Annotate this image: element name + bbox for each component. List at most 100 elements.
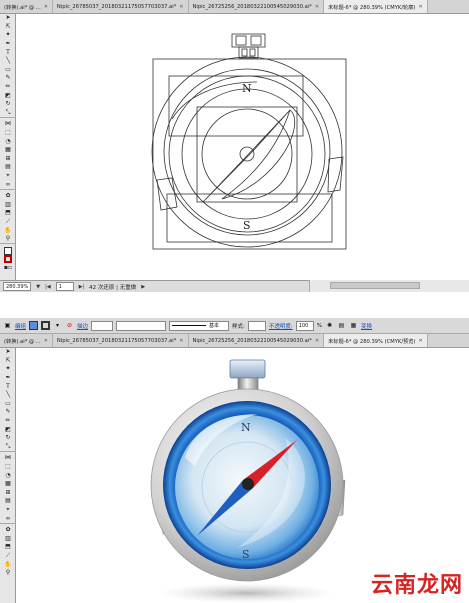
pencil-tool-icon[interactable]: ✏ bbox=[0, 83, 16, 92]
artboard-outline[interactable]: N S bbox=[17, 14, 469, 280]
recolor-icon[interactable]: ✺ bbox=[325, 321, 334, 330]
grid-icon[interactable]: ▦ bbox=[349, 321, 358, 330]
artboard-tool-icon[interactable]: ⬒ bbox=[0, 209, 16, 218]
chevron-down-icon[interactable]: ▾ bbox=[53, 321, 62, 330]
fill-swatch-icon[interactable] bbox=[29, 321, 39, 330]
document-tab[interactable]: (转换).ai* @ ... ✕ bbox=[0, 0, 53, 13]
paintbrush-tool-icon[interactable]: ✎ bbox=[0, 74, 16, 83]
chevron-down-icon[interactable]: ▼ bbox=[36, 284, 40, 290]
zoom-tool-icon[interactable]: ⚲ bbox=[0, 235, 16, 244]
slice-tool-icon[interactable]: ⟋ bbox=[0, 218, 16, 227]
document-tab[interactable]: Nipic_26785037_20180321175057703037.ai* ✕ bbox=[53, 334, 189, 347]
gradient-tool-icon[interactable]: ▤ bbox=[0, 497, 16, 506]
style-select[interactable] bbox=[247, 320, 266, 331]
scale-tool-icon[interactable]: ⤡ bbox=[0, 109, 16, 118]
close-icon[interactable]: ✕ bbox=[179, 338, 183, 344]
status-message: 42 次还原 | 无重做 bbox=[89, 284, 137, 291]
stroke-weight-field[interactable] bbox=[91, 320, 114, 331]
close-icon[interactable]: ✕ bbox=[179, 4, 183, 10]
rotate-tool-icon[interactable]: ↻ bbox=[0, 434, 16, 443]
line-tool-icon[interactable]: ╲ bbox=[0, 57, 16, 66]
selection-tool-icon[interactable]: ➤ bbox=[0, 14, 16, 23]
selection-tool-icon[interactable]: ➤ bbox=[0, 348, 16, 357]
symbol-sprayer-tool-icon[interactable]: ✿ bbox=[0, 526, 16, 535]
free-transform-tool-icon[interactable]: ⬚ bbox=[0, 463, 16, 472]
document-tab[interactable]: Nipic_26785037_20180321175057703037.ai* ✕ bbox=[53, 0, 189, 13]
eraser-tool-icon[interactable]: ◩ bbox=[0, 425, 16, 434]
eyedropper-tool-icon[interactable]: ⌖ bbox=[0, 506, 16, 515]
artboard-preview[interactable]: N S bbox=[17, 348, 469, 603]
stroke-color-icon[interactable] bbox=[0, 255, 16, 264]
eraser-tool-icon[interactable]: ◩ bbox=[0, 91, 16, 100]
mesh-tool-icon[interactable]: ⊞ bbox=[0, 489, 16, 498]
blend-tool-icon[interactable]: ∞ bbox=[0, 180, 16, 189]
type-tool-icon[interactable]: T bbox=[0, 382, 16, 391]
transform-link[interactable]: 变换 bbox=[361, 322, 372, 330]
scale-tool-icon[interactable]: ⤡ bbox=[0, 443, 16, 452]
paintbrush-tool-icon[interactable]: ✎ bbox=[0, 408, 16, 417]
pen-tool-icon[interactable]: ✒ bbox=[0, 40, 16, 49]
mode-label[interactable]: 编组 bbox=[15, 322, 26, 330]
close-icon[interactable]: ✕ bbox=[418, 4, 422, 10]
close-icon[interactable]: ✕ bbox=[418, 338, 422, 344]
width-tool-icon[interactable]: ⋈ bbox=[0, 120, 16, 129]
line-tool-icon[interactable]: ╲ bbox=[0, 391, 16, 400]
document-tab-active[interactable]: 未标题-6* @ 280.39% (CMYK/轮廓) ✕ bbox=[324, 0, 428, 13]
direct-selection-tool-icon[interactable]: ⇱ bbox=[0, 357, 16, 366]
status-menu-icon[interactable]: ▶ bbox=[141, 284, 145, 290]
document-tab[interactable]: Nipic_26725256_20180322100545029030.ai* ✕ bbox=[189, 0, 325, 13]
hand-tool-icon[interactable]: ✋ bbox=[0, 560, 16, 569]
align-icon[interactable]: ▤ bbox=[337, 321, 346, 330]
document-tab-active[interactable]: 未标题-6* @ 280.39% (CMYK/预览) ✕ bbox=[324, 334, 428, 347]
group-icon: ▣ bbox=[4, 322, 11, 329]
blend-tool-icon[interactable]: ∞ bbox=[0, 514, 16, 523]
rotate-tool-icon[interactable]: ↻ bbox=[0, 100, 16, 109]
no-stroke-icon[interactable]: ⊘ bbox=[65, 321, 74, 330]
page-field[interactable]: 1 bbox=[55, 282, 74, 291]
opacity-label[interactable]: 不透明度: bbox=[269, 322, 293, 330]
stroke-swatch-icon[interactable] bbox=[41, 321, 51, 330]
type-tool-icon[interactable]: T bbox=[0, 48, 16, 57]
document-tab[interactable]: (转换).ai* @ ... ✕ bbox=[0, 334, 53, 347]
horizontal-scrollbar[interactable] bbox=[309, 280, 469, 292]
perspective-grid-tool-icon[interactable]: ▦ bbox=[0, 480, 16, 489]
document-tab[interactable]: Nipic_26725256_20180322100545029030.ai* ✕ bbox=[189, 334, 325, 347]
stroke-label[interactable]: 描边 bbox=[77, 322, 88, 330]
width-tool-icon[interactable]: ⋈ bbox=[0, 454, 16, 463]
rectangle-tool-icon[interactable]: ▭ bbox=[0, 66, 16, 75]
last-page-icon[interactable]: ▶| bbox=[79, 284, 85, 290]
first-page-icon[interactable]: |◀ bbox=[45, 284, 51, 290]
close-icon[interactable]: ✕ bbox=[44, 338, 48, 344]
eyedropper-tool-icon[interactable]: ⌖ bbox=[0, 172, 16, 181]
scrollbar-thumb[interactable] bbox=[330, 282, 420, 289]
tab-label: Nipic_26785037_20180321175057703037.ai* bbox=[56, 338, 177, 344]
shape-builder-tool-icon[interactable]: ◔ bbox=[0, 137, 16, 146]
rectangle-tool-icon[interactable]: ▭ bbox=[0, 400, 16, 409]
pen-tool-icon[interactable]: ✒ bbox=[0, 374, 16, 383]
direct-selection-tool-icon[interactable]: ⇱ bbox=[0, 23, 16, 32]
perspective-grid-tool-icon[interactable]: ▦ bbox=[0, 146, 16, 155]
column-graph-tool-icon[interactable]: ▥ bbox=[0, 200, 16, 209]
variable-width-select[interactable] bbox=[116, 320, 167, 331]
slice-tool-icon[interactable]: ⟋ bbox=[0, 552, 16, 561]
zoom-tool-icon[interactable]: ⚲ bbox=[0, 569, 16, 578]
opacity-field[interactable]: 100 bbox=[295, 320, 314, 331]
fill-color-icon[interactable] bbox=[0, 246, 16, 255]
magic-wand-tool-icon[interactable]: ✦ bbox=[0, 31, 16, 40]
pencil-tool-icon[interactable]: ✏ bbox=[0, 417, 16, 426]
zoom-field[interactable]: 280.39% bbox=[3, 282, 32, 291]
free-transform-tool-icon[interactable]: ⬚ bbox=[0, 129, 16, 138]
mesh-tool-icon[interactable]: ⊞ bbox=[0, 155, 16, 164]
artboard-tool-icon[interactable]: ⬒ bbox=[0, 543, 16, 552]
magic-wand-tool-icon[interactable]: ✦ bbox=[0, 365, 16, 374]
column-graph-tool-icon[interactable]: ▥ bbox=[0, 534, 16, 543]
brush-select[interactable]: 基本 bbox=[169, 320, 230, 331]
hand-tool-icon[interactable]: ✋ bbox=[0, 226, 16, 235]
symbol-sprayer-tool-icon[interactable]: ✿ bbox=[0, 192, 16, 201]
gradient-tool-icon[interactable]: ▤ bbox=[0, 163, 16, 172]
close-icon[interactable]: ✕ bbox=[44, 4, 48, 10]
shape-builder-tool-icon[interactable]: ◔ bbox=[0, 471, 16, 480]
color-mode-icon[interactable]: ▪▫ bbox=[0, 264, 16, 273]
close-icon[interactable]: ✕ bbox=[315, 338, 319, 344]
close-icon[interactable]: ✕ bbox=[315, 4, 319, 10]
